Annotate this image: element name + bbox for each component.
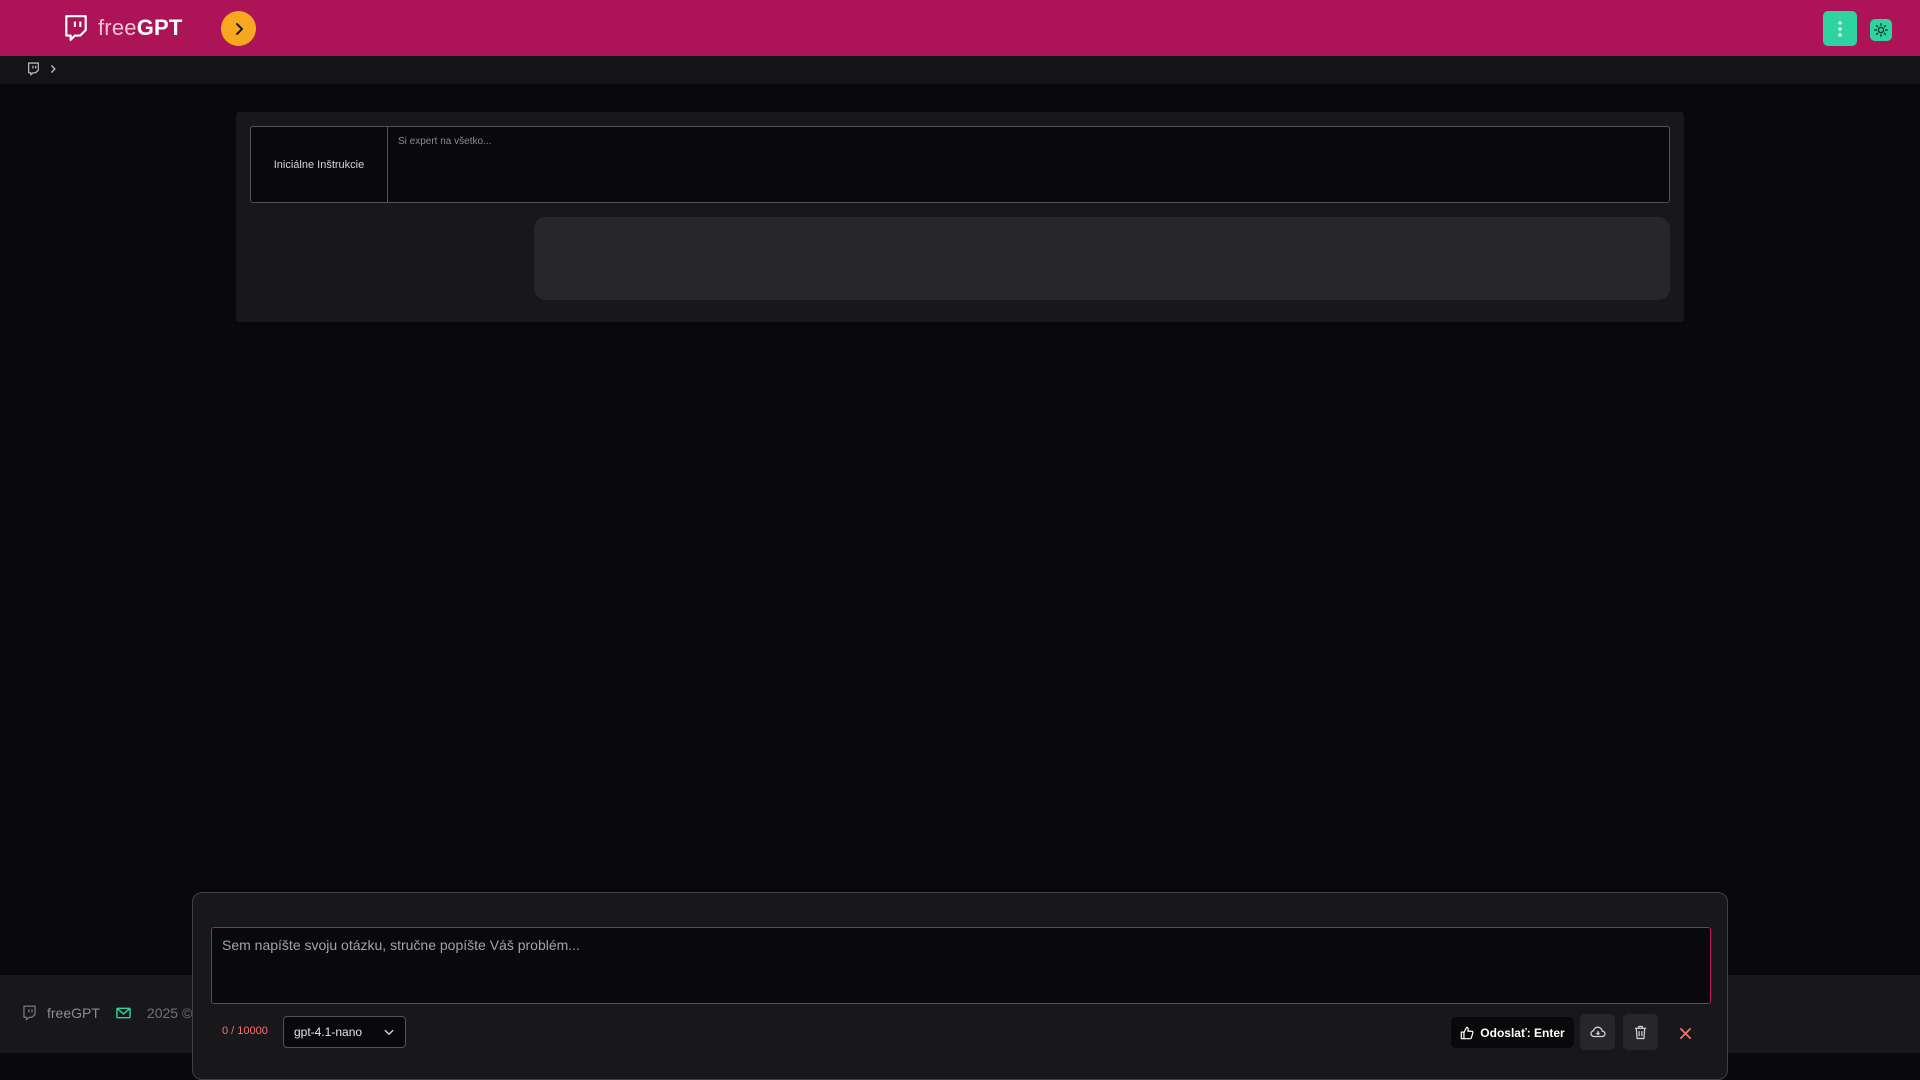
- chat-logo-icon: [65, 15, 87, 41]
- delete-button[interactable]: [1623, 1014, 1658, 1050]
- chevron-right-icon: [235, 22, 243, 35]
- mail-icon[interactable]: [116, 1007, 131, 1019]
- initial-instructions-input[interactable]: [388, 127, 1669, 202]
- brand-prefix: free: [98, 15, 137, 40]
- top-navbar: freeGPT: [0, 0, 1920, 56]
- question-input[interactable]: [211, 927, 1711, 1004]
- brand-name: freeGPT: [98, 15, 183, 41]
- breadcrumb: [27, 62, 58, 76]
- close-icon: [1679, 1027, 1691, 1039]
- close-button[interactable]: [1673, 1021, 1697, 1045]
- chat-logo-icon: [23, 1005, 36, 1021]
- message-composer: 0 / 10000 gpt-4.1-nano Odoslať: Enter: [192, 892, 1728, 1080]
- regenerate-button[interactable]: [1580, 1014, 1615, 1050]
- sidebar-toggle-button[interactable]: [221, 11, 256, 46]
- breadcrumb-bar: [0, 56, 1920, 84]
- theme-toggle-button[interactable]: [1870, 19, 1892, 41]
- chat-logo-icon[interactable]: [27, 62, 40, 76]
- brand-logo[interactable]: freeGPT: [63, 12, 183, 44]
- initial-instructions-label: Iniciálne Inštrukcie: [251, 127, 388, 202]
- more-vertical-icon: [1838, 20, 1842, 37]
- chevron-right-icon: [51, 65, 56, 73]
- thumbs-up-icon: [1460, 1026, 1474, 1039]
- sun-icon: [1874, 23, 1888, 37]
- send-button[interactable]: Odoslať: Enter: [1451, 1017, 1574, 1048]
- brand-suffix: GPT: [136, 15, 183, 40]
- model-select[interactable]: gpt-4.1-nano: [283, 1016, 406, 1048]
- footer-content: freeGPT 2025 © c: [22, 1005, 203, 1021]
- chevron-down-icon: [384, 1029, 394, 1035]
- footer-brand[interactable]: freeGPT: [47, 1005, 100, 1021]
- initial-instructions-group: Iniciálne Inštrukcie: [250, 126, 1670, 203]
- send-button-label: Odoslať: Enter: [1480, 1025, 1565, 1040]
- model-select-value: gpt-4.1-nano: [294, 1025, 363, 1039]
- trash-icon: [1634, 1025, 1647, 1039]
- chat-panel: Iniciálne Inštrukcie: [236, 112, 1684, 322]
- cloud-icon: [1589, 1026, 1606, 1038]
- message-bubble: [534, 217, 1670, 300]
- character-counter: 0 / 10000: [222, 1025, 268, 1037]
- more-menu-button[interactable]: [1823, 11, 1857, 46]
